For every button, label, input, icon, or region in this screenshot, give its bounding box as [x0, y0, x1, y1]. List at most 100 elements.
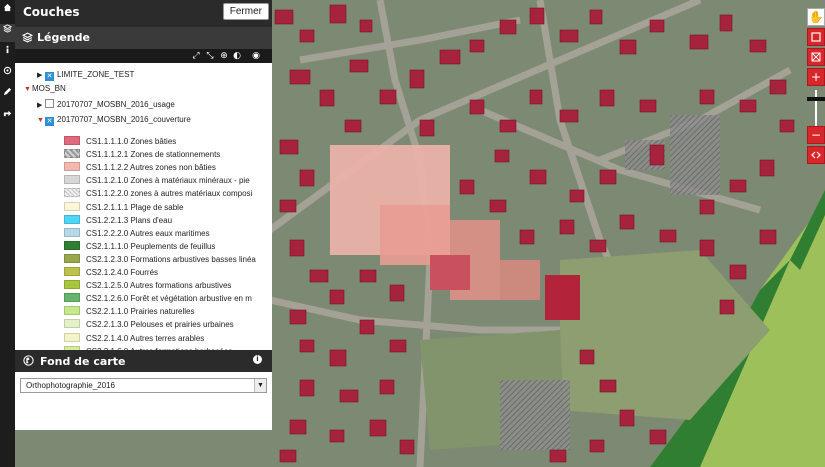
- expand-arrow-icon[interactable]: ▶: [37, 100, 45, 112]
- pencil-icon[interactable]: [0, 87, 15, 105]
- history-nav-icon[interactable]: [807, 146, 825, 164]
- legend-swatch: [64, 280, 80, 290]
- tree-item-usage[interactable]: ▶ 20170707_MOSBN_2016_usage: [37, 99, 175, 111]
- legend-swatch: [64, 267, 80, 276]
- layers-icon[interactable]: [0, 24, 15, 42]
- layer-label: 20170707_MOSBN_2016_usage: [57, 100, 175, 109]
- legend-label: CS1.2.1.1.1 Plage de sable: [86, 202, 184, 212]
- zoom-layer-icon[interactable]: ⊕: [219, 51, 229, 61]
- legend-swatch: [64, 240, 80, 250]
- legend-swatch: [64, 253, 80, 263]
- collapse-icon[interactable]: ⤡: [205, 51, 215, 61]
- opacity-icon[interactable]: ◐: [232, 51, 242, 61]
- legend-label: CS2.2.1.1.0 Prairies naturelles: [86, 307, 195, 317]
- legend-swatch: [64, 136, 80, 145]
- full-extent-icon[interactable]: [807, 48, 825, 66]
- legend-swatch: [64, 162, 80, 172]
- basemap-select[interactable]: Orthophotographie_2016 ▼: [20, 378, 267, 393]
- app-root: Couches Fermer Légende ⤢ ⤡ ⊕ ◐ ◉ ▶ ✕ LIMIT…: [0, 0, 825, 467]
- visibility-icon[interactable]: ◉: [251, 51, 261, 61]
- legend-swatch: [64, 293, 80, 303]
- left-toolbar: [0, 0, 15, 467]
- layers-panel: Couches Fermer Légende ⤢ ⤡ ⊕ ◐ ◉ ▶ ✕ LIMIT…: [15, 0, 272, 430]
- legend-item: CS1.1.1.2.2 Autres zones non bâties: [64, 162, 269, 174]
- legend-item: CS2.1.2.3.0 Formations arbustives basses…: [64, 253, 269, 266]
- legend-header[interactable]: Légende: [15, 27, 272, 49]
- basemap-title: Fond de carte: [40, 355, 126, 368]
- legend-label: CS2.1.2.6.0 Forêt et végétation arbustiv…: [86, 294, 252, 304]
- legend-swatch: [64, 188, 80, 198]
- layer-label: 20170707_MOSBN_2016_couverture: [57, 115, 191, 124]
- legend-swatch: [64, 175, 80, 185]
- legend-item: CS1.2.1.1.1 Plage de sable: [64, 201, 269, 214]
- legend-item: CS2.1.2.4.0 Fourrés: [64, 267, 269, 279]
- zoom-in-button[interactable]: +: [807, 68, 825, 86]
- legend-item: CS1.2.2.2.0 Autres eaux maritimes: [64, 227, 269, 240]
- basemap-body: Orthophotographie_2016 ▼: [15, 372, 272, 430]
- legend-label: CS1.1.2.1.0 Zones à matériaux minéraux -…: [86, 176, 250, 186]
- legend-item: CS2.2.1.4.0 Autres terres arables: [64, 332, 269, 345]
- legend-label: CS1.1.2.2.0 zones à autres matériaux com…: [86, 189, 253, 199]
- legend-swatch: [64, 332, 80, 342]
- layer-tree: ▶ ✕ LIMITE_ZONE_TEST ▼MOS_BN ▶ 20170707_MOS…: [15, 63, 272, 350]
- legend-label: CS2.1.1.1.0 Peuplements de feuillus: [86, 241, 216, 251]
- legend-label: CS2.1.2.3.0 Formations arbustives basses…: [86, 254, 256, 264]
- pan-icon[interactable]: ✋: [807, 8, 825, 26]
- layer-checkbox[interactable]: ✕: [45, 117, 54, 126]
- legend-item: CS2.1.2.5.0 Autres formations arbustives: [64, 280, 269, 292]
- collapse-arrow-icon[interactable]: ▼: [37, 115, 45, 127]
- tree-group-mos[interactable]: ▼MOS_BN: [24, 83, 66, 95]
- expand-arrow-icon[interactable]: ▶: [37, 70, 45, 82]
- legend-toolbar: ⤢ ⤡ ⊕ ◐ ◉: [15, 49, 272, 63]
- expand-icon[interactable]: ⤢: [191, 51, 201, 61]
- layers-icon: [22, 32, 33, 43]
- panel-header: Couches Fermer: [15, 0, 272, 27]
- close-button[interactable]: Fermer: [222, 3, 269, 20]
- legend-item: CS1.1.1.1.0 Zones bâties: [64, 136, 269, 148]
- chevron-down-icon: ▼: [254, 379, 266, 392]
- tree-item-limite[interactable]: ▶ ✕ LIMITE_ZONE_TEST: [37, 69, 134, 81]
- legend-label: CS2.1.2.4.0 Fourrés: [86, 268, 159, 277]
- tree-item-couverture[interactable]: ▼ ✕ 20170707_MOSBN_2016_couverture: [37, 114, 191, 126]
- legend-item: CS1.1.1.2.1 Zones de stationnements: [64, 149, 269, 161]
- info-icon[interactable]: i: [253, 355, 262, 364]
- panel-title: Couches: [23, 5, 80, 19]
- layer-label: LIMITE_ZONE_TEST: [57, 70, 135, 79]
- legend-item: CS2.1.1.1.0 Peuplements de feuillus: [64, 240, 269, 253]
- legend-swatch: [64, 319, 80, 329]
- legend-swatch: [64, 306, 80, 316]
- layer-checkbox[interactable]: ✕: [45, 72, 54, 81]
- globe-icon: [23, 355, 34, 366]
- legend-swatch: [64, 201, 80, 211]
- zoom-box-icon[interactable]: [807, 28, 825, 46]
- basemap-selected-value: Orthophotographie_2016: [26, 381, 115, 390]
- zoom-slider-track[interactable]: [815, 90, 817, 126]
- legend-label: CS2.1.2.5.0 Autres formations arbustives: [86, 281, 232, 291]
- legend-label: CS2.2.1.3.0 Pelouses et prairies urbaine…: [86, 320, 234, 330]
- legend-swatch: [64, 214, 80, 224]
- layer-checkbox[interactable]: [45, 99, 54, 108]
- legend-label: CS1.2.2.1.3 Plans d'eau: [86, 215, 173, 225]
- legend-swatch: [64, 149, 80, 159]
- legend-label: CS2.2.1.4.0 Autres terres arables: [86, 333, 205, 343]
- legend-label: CS1.2.2.2.0 Autres eaux maritimes: [86, 228, 210, 238]
- zoom-out-button[interactable]: −: [807, 126, 825, 144]
- home-icon[interactable]: [0, 3, 15, 21]
- target-icon[interactable]: [0, 66, 15, 84]
- basemap-header[interactable]: Fond de carte i: [15, 350, 272, 372]
- legend-item: CS2.2.1.1.0 Prairies naturelles: [64, 306, 269, 318]
- group-label: MOS_BN: [32, 84, 66, 93]
- zoom-slider-handle[interactable]: [807, 97, 825, 101]
- share-icon[interactable]: [0, 108, 15, 126]
- legend-item: CS2.1.2.6.0 Forêt et végétation arbustiv…: [64, 293, 269, 305]
- info-icon[interactable]: [0, 45, 15, 63]
- legend-item: CS1.2.2.1.3 Plans d'eau: [64, 214, 269, 227]
- legend-label: CS1.1.1.1.0 Zones bâties: [86, 137, 177, 146]
- collapse-arrow-icon[interactable]: ▼: [24, 84, 32, 96]
- legend-label: CS1.1.1.2.1 Zones de stationnements: [86, 150, 221, 160]
- legend-swatch: [64, 227, 80, 237]
- legend-item: CS1.1.2.2.0 zones à autres matériaux com…: [64, 188, 269, 200]
- legend-item: CS2.2.1.3.0 Pelouses et prairies urbaine…: [64, 319, 269, 331]
- legend-title: Légende: [37, 31, 90, 44]
- legend-item: CS1.1.2.1.0 Zones à matériaux minéraux -…: [64, 175, 269, 187]
